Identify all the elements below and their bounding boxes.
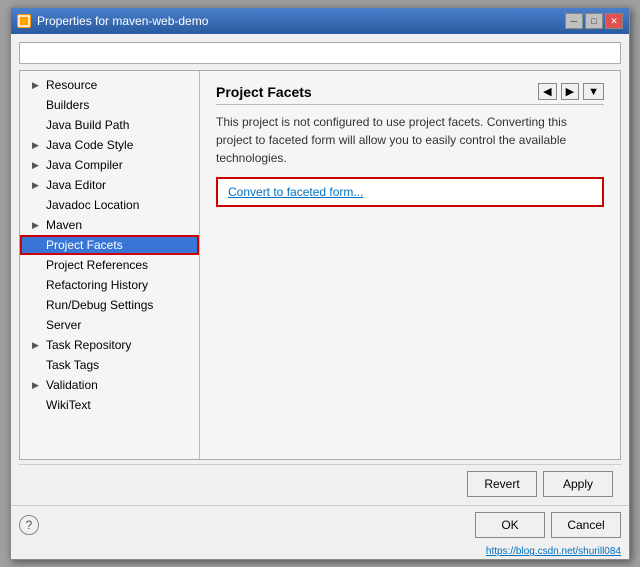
minimize-button[interactable]: ─: [565, 13, 583, 29]
title-bar-left: Properties for maven-web-demo: [17, 14, 208, 28]
window-title: Properties for maven-web-demo: [37, 14, 208, 28]
cancel-button[interactable]: Cancel: [551, 512, 621, 538]
revert-apply-row: Revert Apply: [19, 464, 621, 497]
window-footer: ? OK Cancel https://blog.csdn.net/shuril…: [11, 505, 629, 559]
maximize-button[interactable]: □: [585, 13, 603, 29]
search-bar: [19, 42, 621, 64]
back-button[interactable]: ◀: [538, 83, 556, 100]
sidebar-item-javadoc-location[interactable]: Javadoc Location: [20, 195, 199, 215]
sidebar-item-task-tags[interactable]: Task Tags: [20, 355, 199, 375]
panel-toolbar: ◀ ▶ ▼: [538, 83, 604, 100]
properties-window: Properties for maven-web-demo ─ □ ✕ ▶ Re…: [10, 7, 630, 560]
sidebar-item-java-build-path[interactable]: Java Build Path: [20, 115, 199, 135]
sidebar-item-refactoring-history[interactable]: Refactoring History: [20, 275, 199, 295]
status-bar: https://blog.csdn.net/shurill084: [11, 544, 629, 559]
sidebar-item-task-repository[interactable]: ▶ Task Repository: [20, 335, 199, 355]
sidebar-item-server[interactable]: Server: [20, 315, 199, 335]
search-input[interactable]: [19, 42, 621, 64]
sidebar-item-validation[interactable]: ▶ Validation: [20, 375, 199, 395]
apply-button[interactable]: Apply: [543, 471, 613, 497]
forward-button[interactable]: ▶: [561, 83, 579, 100]
window-icon: [17, 14, 31, 28]
sidebar-item-project-references[interactable]: Project References: [20, 255, 199, 275]
sidebar-item-builders[interactable]: Builders: [20, 95, 199, 115]
sidebar-item-java-compiler[interactable]: ▶ Java Compiler: [20, 155, 199, 175]
help-button[interactable]: ?: [19, 515, 39, 535]
arrow-icon: ▶: [32, 140, 42, 151]
sidebar-item-run-debug-settings[interactable]: Run/Debug Settings: [20, 295, 199, 315]
right-panel: Project Facets ◀ ▶ ▼ This project is not…: [200, 71, 620, 459]
title-bar: Properties for maven-web-demo ─ □ ✕: [11, 8, 629, 34]
sidebar-item-java-code-style[interactable]: ▶ Java Code Style: [20, 135, 199, 155]
menu-button[interactable]: ▼: [583, 83, 604, 100]
sidebar-item-project-facets[interactable]: Project Facets: [20, 235, 199, 255]
arrow-icon: ▶: [32, 160, 42, 171]
panel-title: Project Facets: [216, 84, 312, 100]
content-area: ▶ Resource Builders Java Build Path ▶ Ja…: [11, 34, 629, 505]
sidebar-item-wikitext[interactable]: WikiText: [20, 395, 199, 415]
arrow-icon: ▶: [32, 180, 42, 191]
arrow-icon: ▶: [32, 80, 42, 91]
arrow-icon: ▶: [32, 340, 42, 351]
sidebar-item-java-editor[interactable]: ▶ Java Editor: [20, 175, 199, 195]
sidebar-item-resource[interactable]: ▶ Resource: [20, 75, 199, 95]
title-controls: ─ □ ✕: [565, 13, 623, 29]
main-panel: ▶ Resource Builders Java Build Path ▶ Ja…: [19, 70, 621, 460]
left-panel: ▶ Resource Builders Java Build Path ▶ Ja…: [20, 71, 200, 459]
sidebar-item-maven[interactable]: ▶ Maven: [20, 215, 199, 235]
arrow-icon: ▶: [32, 220, 42, 231]
ok-cancel-buttons: OK Cancel: [475, 512, 621, 538]
convert-link-box: Convert to faceted form...: [216, 177, 604, 207]
ok-button[interactable]: OK: [475, 512, 545, 538]
arrow-icon: ▶: [32, 380, 42, 391]
convert-link[interactable]: Convert to faceted form...: [228, 185, 363, 199]
revert-button[interactable]: Revert: [467, 471, 537, 497]
panel-description: This project is not configured to use pr…: [216, 113, 604, 167]
close-button[interactable]: ✕: [605, 13, 623, 29]
